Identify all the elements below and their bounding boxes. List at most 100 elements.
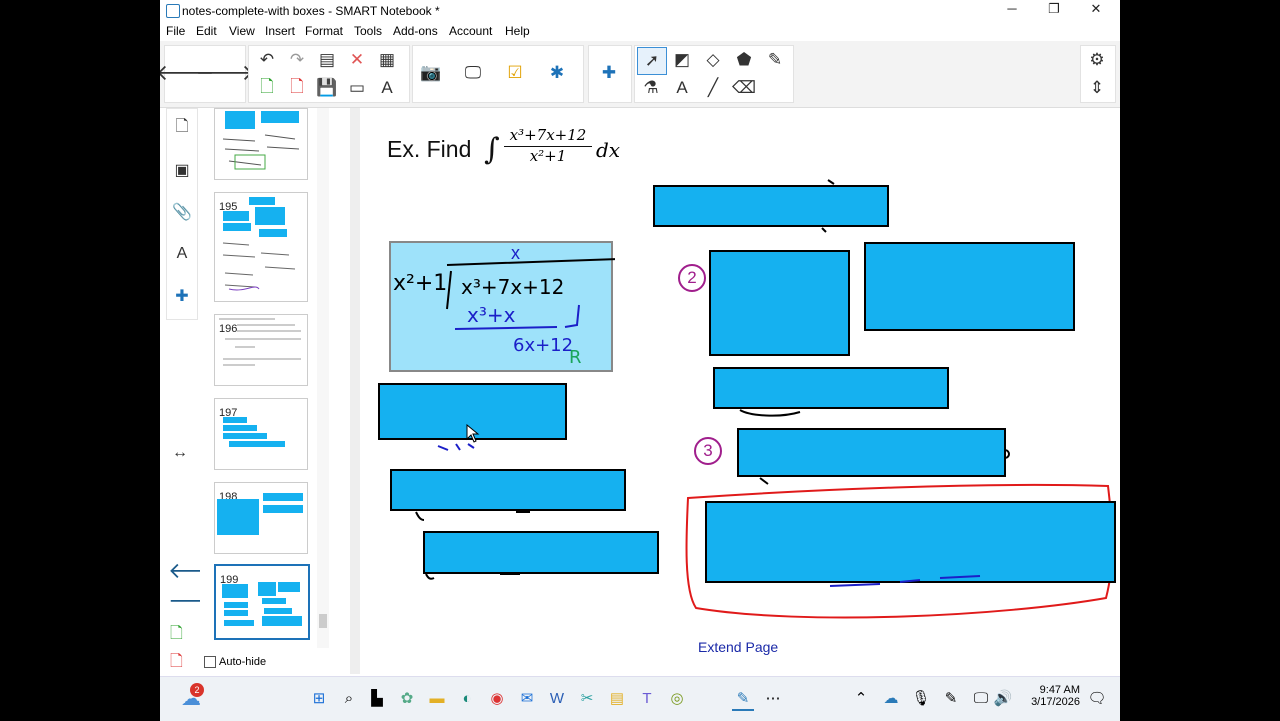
menu-view[interactable]: View xyxy=(229,24,255,38)
menu-account[interactable]: Account xyxy=(449,24,492,38)
menu-tools[interactable]: Tools xyxy=(354,24,382,38)
app-icon-extra[interactable]: ◎ xyxy=(666,687,688,709)
menu-help[interactable]: Help xyxy=(505,24,530,38)
answer-box-3[interactable] xyxy=(864,242,1075,331)
long-division-box: x²+1 x x³+7x+12 x³+x 6x+12 R xyxy=(389,241,615,372)
page-thumbnail-199[interactable]: 199 xyxy=(214,564,310,640)
save-icon[interactable]: 💾 xyxy=(313,75,341,101)
page-thumbnail-198[interactable]: 198 xyxy=(214,482,308,554)
answer-box-8[interactable] xyxy=(423,531,659,574)
fill-icon[interactable]: ⬟ xyxy=(730,47,758,73)
clock[interactable]: 9:47 AM 3/17/2026 xyxy=(1022,684,1080,708)
tray-chevron-icon[interactable]: ⌃ xyxy=(850,687,872,709)
step-2-marker: 2 xyxy=(678,264,706,292)
redo-button[interactable]: ↷ xyxy=(283,47,311,73)
teams-icon[interactable]: T xyxy=(636,687,658,709)
fraction-denominator: x²+1 xyxy=(529,147,567,165)
screen-shade-icon[interactable]: ▭ xyxy=(343,75,371,101)
addon-icon[interactable]: ✱ xyxy=(543,60,571,86)
answer-box-4[interactable] xyxy=(713,367,949,409)
copilot-icon[interactable]: ✿ xyxy=(396,687,418,709)
chrome-icon[interactable]: ◉ xyxy=(486,687,508,709)
response-icon[interactable]: ☑ xyxy=(501,60,529,86)
paste-icon[interactable]: ▤ xyxy=(313,47,341,73)
smart-notebook-taskbar-icon[interactable]: ✎ xyxy=(732,687,754,711)
page-thumbnail-195[interactable]: 195 xyxy=(214,192,308,302)
microphone-icon[interactable]: 🎙 xyxy=(910,687,932,709)
answer-box-1[interactable] xyxy=(653,185,889,227)
shape-pen-icon[interactable]: ◩ xyxy=(668,47,696,73)
line-icon[interactable]: ╱ xyxy=(699,75,727,101)
delete-page-side-icon[interactable]: 🗋 xyxy=(170,650,183,677)
undo-button[interactable]: ↶ xyxy=(253,47,281,73)
eraser-icon[interactable]: ⌫ xyxy=(730,75,758,101)
title-bar: notes-complete-with boxes - SMART Notebo… xyxy=(160,0,1120,21)
answer-box-2[interactable] xyxy=(709,250,850,356)
app-icon xyxy=(166,4,180,18)
menu-insert[interactable]: Insert xyxy=(265,24,295,38)
start-icon[interactable]: ⊞ xyxy=(308,687,330,709)
network-icon[interactable]: 🖵 xyxy=(970,687,992,709)
word-icon[interactable]: W xyxy=(546,687,568,709)
page-thumbnail[interactable] xyxy=(214,108,308,180)
addons-tab-icon[interactable]: ✚ xyxy=(167,281,197,311)
taskbar: ☁ 2 ⊞ ⌕ ▙ ✿ ▬ ◐ ◉ ✉ W ✂ ▤ T ◎ ✎ ⋯ ⌃ ☁ 🎙 … xyxy=(160,676,1120,721)
onedrive-icon[interactable]: ☁ xyxy=(880,687,902,709)
autohide-checkbox[interactable] xyxy=(204,656,216,669)
edge-icon[interactable]: ◐ xyxy=(456,687,478,709)
display-icon[interactable]: 🖵 xyxy=(459,60,487,86)
autohide-option[interactable]: Auto-hide xyxy=(204,656,266,669)
magic-pen-icon[interactable]: ✎ xyxy=(761,47,789,73)
extend-page-link[interactable]: Extend Page xyxy=(698,639,778,655)
menu-file[interactable]: File xyxy=(166,24,185,38)
pen-tray-icon[interactable]: ✎ xyxy=(940,687,962,709)
dividend: x³+7x+12 xyxy=(461,275,565,299)
puzzle-icon[interactable]: ✚ xyxy=(595,60,623,86)
answer-box-7[interactable] xyxy=(390,469,626,511)
select-tool-icon[interactable]: ➚ xyxy=(637,47,667,75)
sorter-scrollbar[interactable] xyxy=(317,108,329,648)
delete-button[interactable]: ✕ xyxy=(343,47,371,73)
answer-box-9[interactable] xyxy=(705,501,1116,583)
page-thumbnail-196[interactable]: 196 xyxy=(214,314,308,386)
attachments-icon[interactable]: 📎 xyxy=(167,197,197,227)
page-sorter-icon[interactable]: 🗋 xyxy=(167,113,197,143)
menu-addons[interactable]: Add-ons xyxy=(393,24,438,38)
notification-icon[interactable]: 🗨 xyxy=(1086,687,1108,709)
camera-icon[interactable]: 📷 xyxy=(417,60,445,86)
more-apps-icon[interactable]: ⋯ xyxy=(762,687,784,709)
sidebar-tabs: 🗋 ▣ 📎 A ✚ xyxy=(166,108,198,320)
minimize-button[interactable]: ─ xyxy=(992,1,1032,19)
quotient: x xyxy=(511,243,520,263)
outlook-icon[interactable]: ✉ xyxy=(516,687,538,709)
answer-box-5[interactable] xyxy=(737,428,1006,477)
add-page-side-icon[interactable]: 🗋 xyxy=(170,622,183,649)
page-thumbnail-197[interactable]: 197 xyxy=(214,398,308,470)
file-explorer-icon[interactable]: ▬ xyxy=(426,687,448,709)
menu-format[interactable]: Format xyxy=(305,24,343,38)
text-icon[interactable]: A xyxy=(668,75,696,101)
menu-edit[interactable]: Edit xyxy=(196,24,217,38)
move-toolbar-icon[interactable]: ⇕ xyxy=(1083,75,1111,101)
close-button[interactable]: ✕ xyxy=(1076,1,1116,19)
search-icon[interactable]: ⌕ xyxy=(338,687,360,709)
resize-panel-icon[interactable]: ↔ xyxy=(172,444,188,462)
properties-icon[interactable]: ⚗ xyxy=(637,75,665,101)
text-tool-icon[interactable]: A xyxy=(373,75,401,101)
table-icon[interactable]: ▦ xyxy=(373,47,401,73)
snip-icon[interactable]: ✂ xyxy=(576,687,598,709)
gear-icon[interactable]: ⚙ xyxy=(1083,47,1111,73)
notes-icon[interactable]: ▤ xyxy=(606,687,628,709)
fraction: x³+7x+12 x²+1 xyxy=(500,126,596,165)
maximize-button[interactable]: ❐ xyxy=(1034,1,1074,19)
add-page-icon[interactable]: 🗋 xyxy=(253,75,281,101)
notebook-canvas[interactable]: Ex. Find ∫ x³+7x+12 x²+1 dx x²+1 x x³+7x… xyxy=(360,108,1120,674)
delete-page-icon[interactable]: 🗋 xyxy=(283,75,311,101)
date: 3/17/2026 xyxy=(1031,696,1080,708)
gallery-icon[interactable]: ▣ xyxy=(167,155,197,185)
volume-icon[interactable]: 🔊 xyxy=(992,687,1014,709)
shapes-icon[interactable]: ◇ xyxy=(699,47,727,73)
forward-button[interactable]: 🡒 xyxy=(196,60,255,86)
task-view-icon[interactable]: ▙ xyxy=(366,687,388,709)
properties-tab-icon[interactable]: A xyxy=(167,239,197,269)
